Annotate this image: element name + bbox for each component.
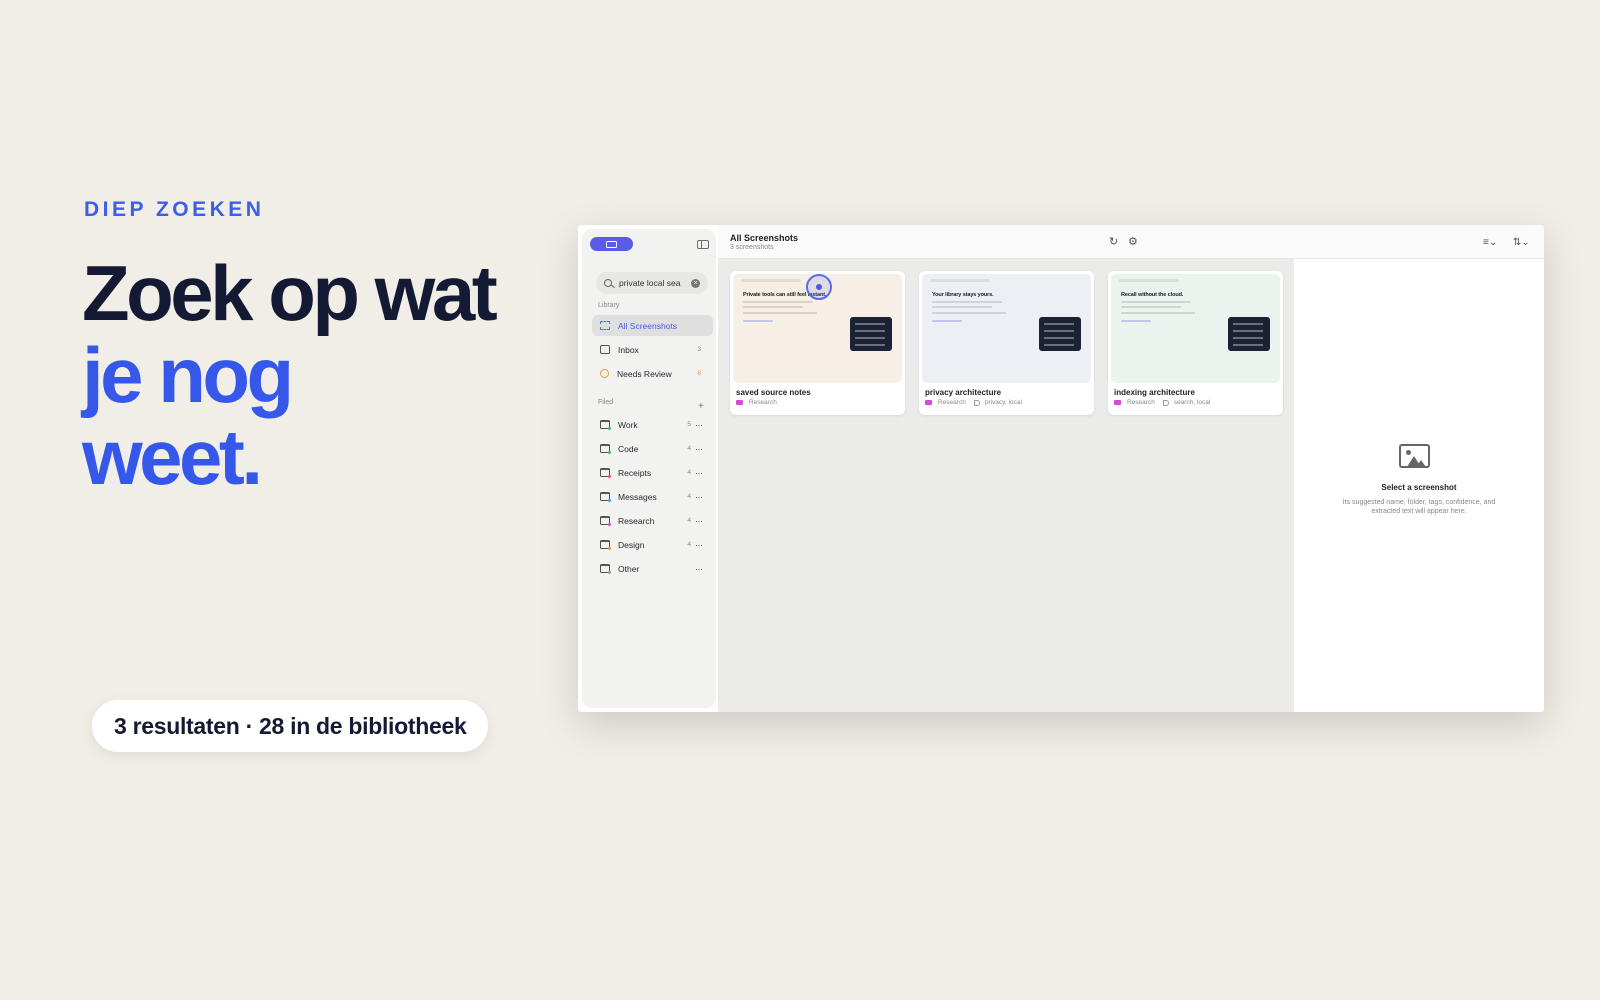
card-thumbnail: Your library stays yours. <box>922 274 1091 383</box>
more-options-icon[interactable]: ··· <box>695 492 705 502</box>
screenshot-count: 3 screenshots <box>730 244 774 251</box>
tag-icon <box>973 399 980 406</box>
screenshot-card[interactable]: Your library stays yours. privacy archit… <box>919 271 1094 415</box>
sidebar-folder-code[interactable]: Code 4 ··· <box>592 438 713 459</box>
card-folder: Research <box>1127 399 1155 406</box>
screenshot-card[interactable]: Recall without the cloud. indexing archi… <box>1108 271 1283 415</box>
headline-line-3: weet. <box>82 413 263 501</box>
sidebar-item-needs-review[interactable]: Needs Review 8 <box>592 363 713 384</box>
folder-icon <box>600 564 611 574</box>
page-title: All Screenshots <box>730 233 799 243</box>
sidebar-folder-research[interactable]: Research 4 ··· <box>592 510 713 531</box>
sort-icon[interactable]: ⇅⌄ <box>1513 237 1530 248</box>
detail-panel: Select a screenshot Its suggested name, … <box>1294 259 1544 712</box>
sidebar-item-inbox[interactable]: Inbox 3 <box>592 339 713 360</box>
folder-count: 4 <box>687 493 691 500</box>
more-options-icon[interactable]: ··· <box>695 468 705 478</box>
sidebar-folder-work[interactable]: Work 5 ··· <box>592 414 713 435</box>
app-logo-button[interactable] <box>590 237 633 251</box>
search-icon <box>604 279 612 287</box>
thumbnail-heading: Recall without the cloud. <box>1121 292 1184 298</box>
card-thumbnail: Recall without the cloud. <box>1111 274 1280 383</box>
thumbnail-heading: Your library stays yours. <box>932 292 994 298</box>
cursor-focus-indicator <box>806 274 832 300</box>
card-title: indexing architecture <box>1114 388 1195 397</box>
sidebar-item-count: 8 <box>697 370 701 377</box>
folder-icon <box>600 420 611 430</box>
sidebar-folder-messages[interactable]: Messages 4 ··· <box>592 486 713 507</box>
sidebar: private local sea × Library All Screensh… <box>582 229 716 708</box>
folder-count: 5 <box>687 421 691 428</box>
card-folder: Research <box>938 399 966 406</box>
tag-icon <box>1162 399 1169 406</box>
folder-label: Work <box>618 419 638 430</box>
card-meta: Research privacy, local <box>925 399 1022 406</box>
screenshot-card[interactable]: Private tools can still feel instant. sa… <box>730 271 905 415</box>
card-tags: privacy, local <box>984 399 1022 406</box>
folder-icon <box>1114 400 1121 405</box>
card-title: saved source notes <box>736 388 811 397</box>
filed-section-label: Filed <box>598 399 614 406</box>
folder-icon <box>736 400 743 405</box>
headline-line-2: je nog <box>82 331 294 419</box>
folder-count: 4 <box>687 445 691 452</box>
result-count-pill: 3 resultaten · 28 in de bibliotheek <box>92 700 489 752</box>
review-icon <box>600 369 609 378</box>
folder-icon <box>600 540 611 550</box>
more-options-icon[interactable]: ··· <box>695 516 705 526</box>
add-folder-button[interactable]: + <box>698 401 704 412</box>
headline-line-1: Zoek op wat <box>82 249 498 337</box>
sidebar-folder-other[interactable]: Other ··· <box>592 558 713 579</box>
folder-count: 4 <box>687 517 691 524</box>
more-options-icon[interactable]: ··· <box>695 444 705 454</box>
more-options-icon[interactable]: ··· <box>695 540 705 550</box>
card-meta: Research search, local <box>1114 399 1210 406</box>
sidebar-folder-receipts[interactable]: Receipts 4 ··· <box>592 462 713 483</box>
inbox-icon <box>600 345 610 354</box>
refresh-icon[interactable]: ↻ <box>1109 237 1118 248</box>
detail-empty-description: Its suggested name, folder, tags, confid… <box>1342 499 1496 515</box>
more-options-icon[interactable]: ··· <box>695 420 705 430</box>
card-tags: search, local <box>1173 399 1211 406</box>
folder-label: Receipts <box>618 467 652 478</box>
filter-icon[interactable]: ≡⌄ <box>1483 237 1497 248</box>
folder-count: 4 <box>687 469 691 476</box>
folder-label: Design <box>618 539 645 550</box>
sidebar-folder-design[interactable]: Design 4 ··· <box>592 534 713 555</box>
screenshot-grid: Private tools can still feel instant. sa… <box>718 259 1294 712</box>
clear-search-icon[interactable]: × <box>691 278 700 288</box>
folder-icon <box>600 516 611 526</box>
sidebar-item-count: 3 <box>697 346 701 353</box>
sidebar-item-label: All Screenshots <box>618 320 678 331</box>
folder-icon <box>600 492 611 502</box>
detail-empty-title: Select a screenshot <box>1381 483 1457 492</box>
folder-icon <box>600 468 611 478</box>
folder-icon <box>925 400 932 405</box>
eyebrow-label: DIEP ZOEKEN <box>84 198 265 221</box>
screenshot-icon <box>606 240 617 248</box>
headline: Zoek op wat je nog weet. <box>82 252 562 498</box>
settings-icon[interactable]: ⚙ <box>1128 237 1138 248</box>
sidebar-item-label: Needs Review <box>617 368 672 379</box>
card-folder: Research <box>749 399 777 406</box>
grid-icon <box>600 321 610 330</box>
folder-label: Messages <box>618 491 657 502</box>
image-placeholder-icon <box>1399 444 1430 468</box>
card-meta: Research <box>736 399 777 406</box>
folder-count: 4 <box>687 541 691 548</box>
library-section-label: Library <box>598 302 620 309</box>
more-options-icon[interactable]: ··· <box>695 564 705 574</box>
folder-label: Code <box>618 443 639 454</box>
toolbar: All Screenshots 3 screenshots ↻ ⚙ ≡⌄ ⇅⌄ <box>718 225 1544 259</box>
folder-icon <box>600 444 611 454</box>
sidebar-item-label: Inbox <box>618 344 639 355</box>
folder-label: Research <box>618 515 655 526</box>
sidebar-item-all-screenshots[interactable]: All Screenshots <box>592 315 713 336</box>
sidebar-toggle-icon[interactable] <box>697 240 709 249</box>
folder-label: Other <box>618 563 640 574</box>
search-input-value: private local sea <box>619 278 681 288</box>
search-input[interactable]: private local sea × <box>596 272 708 294</box>
app-window: private local sea × Library All Screensh… <box>578 225 1544 712</box>
card-title: privacy architecture <box>925 388 1002 397</box>
